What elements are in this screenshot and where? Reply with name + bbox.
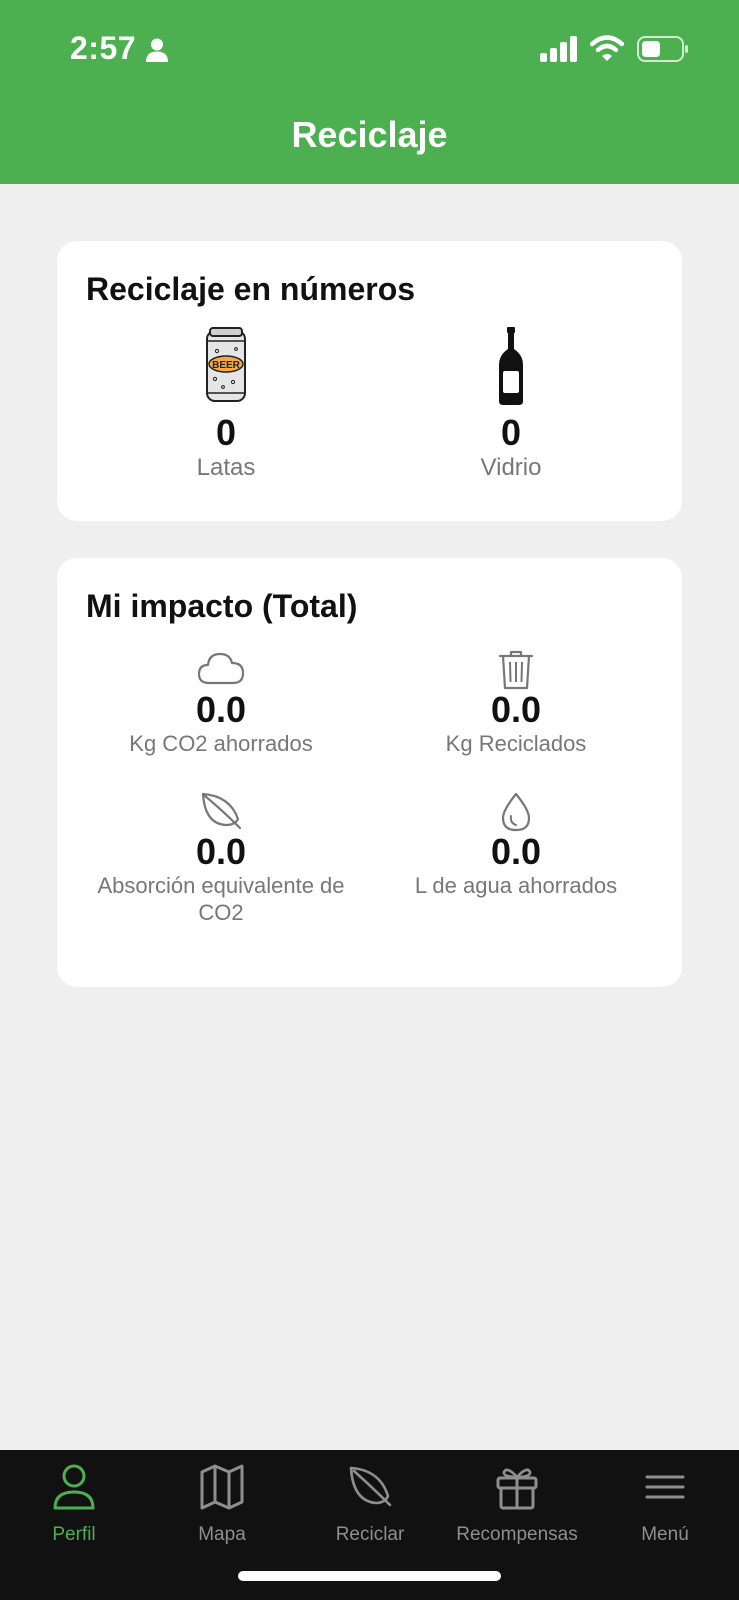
impact-card: Mi impacto (Total) 0.0 Kg CO2 ahorrados … xyxy=(57,558,682,987)
co2-absorption-label: Absorción equivalente de CO2 xyxy=(97,873,345,925)
can-label-text: BEER xyxy=(212,360,241,371)
cloud-icon xyxy=(197,652,245,685)
cans-label: Latas xyxy=(196,454,256,481)
stat-glass: 0 Vidrio xyxy=(371,327,651,483)
water-saved-label: L de agua ahorrados xyxy=(414,873,618,898)
stat-co2-saved: 0.0 Kg CO2 ahorrados xyxy=(81,650,361,757)
wine-bottle-icon xyxy=(499,327,523,405)
trash-icon xyxy=(498,650,534,690)
tab-menu[interactable]: Menú xyxy=(591,1462,739,1562)
recycling-numbers-title: Reciclaje en números xyxy=(86,271,416,307)
tab-recompensas[interactable]: Recompensas xyxy=(443,1462,591,1562)
hamburger-menu-icon xyxy=(645,1475,685,1499)
tab-mapa[interactable]: Mapa xyxy=(148,1462,296,1562)
kg-recycled-label: Kg Reciclados xyxy=(445,731,587,756)
co2-absorption-value: 0.0 xyxy=(195,831,247,872)
status-time: 2:57 xyxy=(70,30,137,66)
tab-menu-label: Menú xyxy=(641,1524,689,1545)
stat-water-saved: 0.0 L de agua ahorrados xyxy=(376,792,656,899)
glass-value: 0 xyxy=(500,412,522,453)
person-icon xyxy=(53,1464,95,1510)
leaf-icon xyxy=(349,1466,392,1507)
leaf-icon xyxy=(201,792,242,830)
glass-label: Vidrio xyxy=(480,454,542,481)
beer-can-icon: BEER xyxy=(206,327,246,402)
tab-perfil-label: Perfil xyxy=(52,1524,96,1545)
tab-reciclar[interactable]: Reciclar xyxy=(296,1462,444,1562)
cellular-signal-icon xyxy=(540,36,577,62)
co2-saved-label: Kg CO2 ahorrados xyxy=(129,731,313,756)
wifi-icon xyxy=(590,35,624,61)
kg-recycled-value: 0.0 xyxy=(490,689,542,730)
recycling-numbers-card: Reciclaje en números BEER 0 Latas 0 Vidr… xyxy=(57,241,682,521)
page-title: Reciclaje xyxy=(291,114,448,155)
battery-icon xyxy=(637,36,688,62)
home-indicator[interactable] xyxy=(238,1571,501,1581)
app-header: 2:57 Reciclaje xyxy=(0,0,739,184)
tab-reciclar-label: Reciclar xyxy=(335,1524,405,1545)
cans-value: 0 xyxy=(215,412,237,453)
water-drop-icon xyxy=(501,792,531,832)
tab-mapa-label: Mapa xyxy=(198,1524,246,1545)
stat-cans: BEER 0 Latas xyxy=(86,327,366,483)
stat-co2-absorption: 0.0 Absorción equivalente de CO2 xyxy=(81,792,361,926)
impact-title: Mi impacto (Total) xyxy=(86,588,358,624)
tab-perfil[interactable]: Perfil xyxy=(0,1462,148,1562)
map-icon xyxy=(200,1464,244,1510)
tab-recompensas-label: Recompensas xyxy=(456,1524,578,1545)
stat-kg-recycled: 0.0 Kg Reciclados xyxy=(376,650,656,757)
gift-icon xyxy=(496,1468,538,1510)
co2-saved-value: 0.0 xyxy=(195,689,247,730)
water-saved-value: 0.0 xyxy=(490,831,542,872)
status-bar: 2:57 xyxy=(0,0,739,100)
person-status-icon xyxy=(146,38,168,62)
